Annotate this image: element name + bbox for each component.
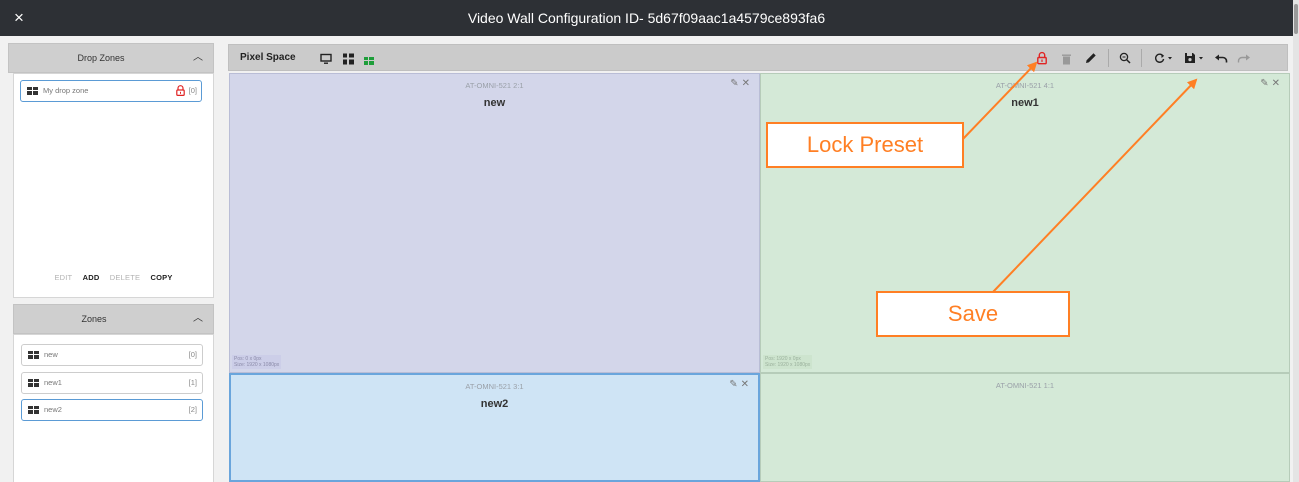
grid-icon[interactable] bbox=[343, 52, 354, 66]
size-text: Size: 1920 x 1080px bbox=[765, 362, 811, 368]
drop-zones-panel: My drop zone [0] EDIT ADD DELETE COPY bbox=[13, 73, 214, 298]
delete-button[interactable]: DELETE bbox=[110, 273, 140, 282]
window-title: Video Wall Configuration ID- 5d67f09aac1… bbox=[467, 10, 826, 26]
display-name: AT-OMNI-521 3:1 bbox=[465, 382, 524, 391]
collapse-icon[interactable]: ︿ bbox=[193, 44, 203, 72]
display-cell-3-1[interactable]: AT-OMNI-521 3:1 new2 ✎✕ bbox=[229, 373, 760, 482]
lock-preset-callout: Lock Preset bbox=[766, 122, 964, 168]
zone-item-new[interactable]: new [0] bbox=[21, 344, 203, 366]
title-bar: × Video Wall Configuration ID- 5d67f09aa… bbox=[0, 0, 1293, 36]
toolbar-divider bbox=[1141, 49, 1142, 67]
display-name: AT-OMNI-521 2:1 bbox=[465, 81, 524, 90]
scrollbar-thumb[interactable] bbox=[1294, 4, 1298, 34]
close-icon[interactable]: ✕ bbox=[1272, 78, 1283, 89]
copy-button[interactable]: COPY bbox=[150, 273, 172, 282]
pixel-space-toolbar: Pixel Space bbox=[228, 44, 1288, 71]
green-grid-icon[interactable] bbox=[364, 54, 374, 68]
drop-zone-actions: EDIT ADD DELETE COPY bbox=[14, 273, 213, 282]
drop-zones-title: Drop Zones bbox=[77, 53, 125, 63]
display-cell-2-1[interactable]: AT-OMNI-521 2:1 new ✎✕ Pos: 0 x 0px Size… bbox=[229, 73, 760, 373]
edit-button[interactable]: EDIT bbox=[54, 273, 72, 282]
redo-icon[interactable] bbox=[1237, 52, 1250, 66]
zoom-icon[interactable] bbox=[1119, 51, 1131, 65]
toolbar-title: Pixel Space bbox=[240, 52, 296, 63]
zone-count: [0] bbox=[188, 350, 197, 359]
zone-name: new2 bbox=[480, 398, 509, 410]
close-icon[interactable]: ✕ bbox=[741, 379, 752, 390]
collapse-icon[interactable]: ︿ bbox=[193, 305, 203, 333]
zone-name: new1 bbox=[1011, 97, 1039, 109]
lock-icon[interactable] bbox=[176, 85, 185, 96]
cell-controls: ✎✕ bbox=[730, 78, 753, 89]
zones-header[interactable]: Zones ︿ bbox=[13, 304, 214, 334]
grid-icon bbox=[28, 406, 39, 414]
size-text: Size: 1920 x 1080px bbox=[234, 362, 280, 368]
undo-icon[interactable] bbox=[1215, 52, 1228, 66]
edit-icon[interactable]: ✎ bbox=[1260, 78, 1271, 89]
drop-zone-item[interactable]: My drop zone [0] bbox=[20, 80, 202, 102]
toolbar-divider bbox=[1108, 49, 1109, 67]
zone-count: [2] bbox=[188, 405, 197, 414]
display-name: AT-OMNI-521 4:1 bbox=[995, 81, 1055, 90]
zone-count: [1] bbox=[188, 378, 197, 387]
save-icon[interactable] bbox=[1184, 51, 1206, 65]
cell-controls: ✎✕ bbox=[729, 379, 752, 390]
zones-title: Zones bbox=[81, 314, 107, 324]
position-info: Pos: 0 x 0px Size: 1920 x 1080px bbox=[232, 355, 282, 369]
lock-icon[interactable] bbox=[1037, 51, 1047, 65]
close-icon[interactable]: ✕ bbox=[742, 78, 753, 89]
grid-icon bbox=[28, 379, 39, 387]
drop-zones-header[interactable]: Drop Zones ︿ bbox=[8, 43, 214, 73]
trash-icon[interactable] bbox=[1062, 52, 1071, 66]
drop-zone-label: My drop zone bbox=[43, 86, 89, 95]
drop-zone-count: [0] bbox=[188, 86, 197, 95]
cell-controls: ✎✕ bbox=[1260, 78, 1283, 89]
pixel-space-canvas[interactable]: AT-OMNI-521 2:1 new ✎✕ Pos: 0 x 0px Size… bbox=[229, 73, 1290, 482]
refresh-icon[interactable] bbox=[1154, 51, 1174, 65]
save-callout: Save bbox=[876, 291, 1070, 337]
zone-label: new1 bbox=[44, 378, 62, 387]
pencil-icon[interactable] bbox=[1085, 51, 1097, 65]
grid-icon bbox=[27, 87, 38, 95]
grid-icon bbox=[28, 351, 39, 359]
display-name: AT-OMNI-521 1:1 bbox=[995, 381, 1055, 390]
display-cell-1-1[interactable]: AT-OMNI-521 1:1 bbox=[760, 373, 1290, 482]
zone-label: new bbox=[44, 350, 58, 359]
edit-icon[interactable]: ✎ bbox=[729, 379, 740, 390]
position-info: Pos: 1920 x 0px Size: 1920 x 1080px bbox=[763, 355, 813, 369]
monitor-icon[interactable] bbox=[320, 52, 332, 66]
zone-item-new1[interactable]: new1 [1] bbox=[21, 372, 203, 394]
add-button[interactable]: ADD bbox=[83, 273, 100, 282]
zone-item-new2[interactable]: new2 [2] bbox=[21, 399, 203, 421]
zone-label: new2 bbox=[44, 405, 62, 414]
scrollbar[interactable] bbox=[1293, 0, 1299, 482]
zones-panel: new [0] new1 [1] new2 [2] bbox=[13, 334, 214, 482]
edit-icon[interactable]: ✎ bbox=[730, 78, 741, 89]
zone-name: new bbox=[483, 97, 506, 109]
